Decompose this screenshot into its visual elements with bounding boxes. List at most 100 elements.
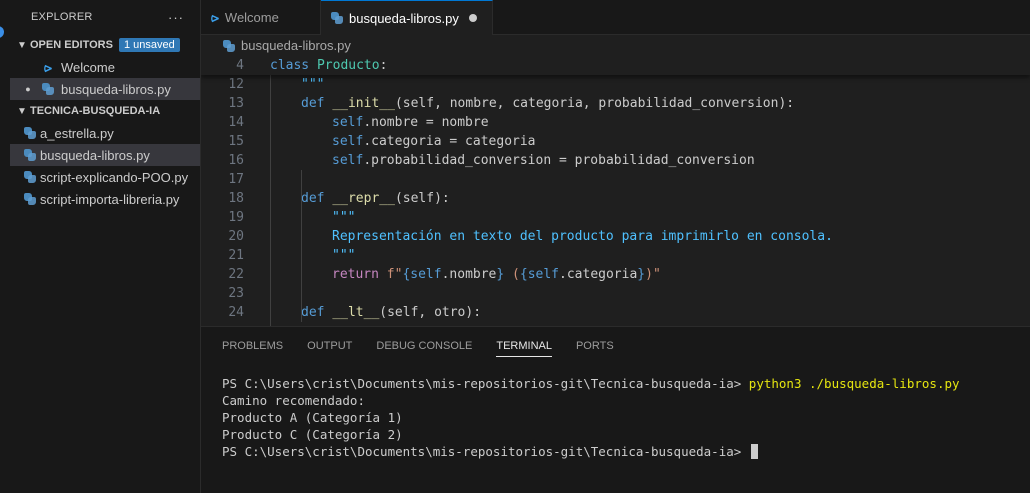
file-item[interactable]: script-importa-libreria.py [10, 188, 200, 210]
tab-welcome[interactable]: ⪧ Welcome [201, 0, 321, 35]
more-actions-icon[interactable]: ··· [168, 10, 184, 25]
open-editor-label: Welcome [61, 59, 115, 75]
open-editor-label: busqueda-libros.py [61, 81, 171, 97]
indent-guide [301, 246, 302, 322]
folder-label: TECNICA-BUSQUEDA-IA [30, 105, 161, 117]
code-keyword: class [270, 58, 310, 73]
vscode-icon: ⪧ [211, 9, 219, 25]
file-item[interactable]: script-explicando-POO.py [10, 166, 200, 188]
code-line: 22 return f"{self.nombre} ({self.categor… [201, 265, 1030, 284]
breadcrumb-file: busqueda-libros.py [241, 38, 351, 53]
python-file-icon [20, 149, 40, 161]
terminal-prompt: PS C:\Users\crist\Documents\mis-reposito… [222, 376, 749, 391]
open-editor-busqueda[interactable]: ● busqueda-libros.py [10, 78, 200, 100]
code-line: 17 [201, 170, 1030, 189]
python-file-icon [20, 193, 40, 205]
open-editors-header[interactable]: ▼ OPEN EDITORS 1 unsaved [10, 34, 200, 56]
code-function: __init__ [332, 96, 395, 111]
line-number: 23 [228, 286, 244, 301]
code-keyword: def [301, 305, 325, 320]
line-number: 20 [228, 229, 244, 244]
terminal-line: PS C:\Users\crist\Documents\mis-reposito… [222, 443, 1030, 460]
tab-output[interactable]: OUTPUT [307, 327, 352, 365]
chevron-down-icon: ▼ [17, 105, 27, 117]
code-keyword: def [301, 191, 325, 206]
panel-tabs: PROBLEMS OUTPUT DEBUG CONSOLE TERMINAL P… [201, 327, 1030, 365]
python-file-icon [331, 12, 343, 24]
line-number: 16 [228, 153, 244, 168]
sticky-scroll-line[interactable]: 4 class Producto: [201, 56, 1030, 75]
line-number: 12 [228, 77, 244, 92]
open-editor-welcome[interactable]: ⪧ Welcome [10, 56, 200, 78]
file-item-selected[interactable]: busqueda-libros.py [10, 144, 200, 166]
code-line: 13 def __init__(self, nombre, categoria,… [201, 94, 1030, 113]
breadcrumb[interactable]: busqueda-libros.py [201, 35, 1030, 56]
line-number: 13 [228, 96, 244, 111]
python-file-icon [223, 39, 235, 52]
code-line: 16 self.probabilidad_conversion = probab… [201, 151, 1030, 170]
explorer-title: EXPLORER [31, 11, 93, 23]
indent-guide [301, 170, 302, 246]
code-line: 24 def __lt__(self, otro): [201, 303, 1030, 322]
terminal-line: Producto C (Categoría 2) [222, 427, 403, 442]
activity-bar [0, 0, 10, 493]
code-docstring: Representación en texto del producto par… [332, 229, 833, 244]
code-self: self [332, 115, 364, 130]
code-args: (self, nombre, categoria, probabilidad_c… [394, 96, 795, 111]
code-docstring: """ [301, 77, 325, 92]
python-file-icon [20, 171, 40, 183]
code-args: (self): [394, 191, 450, 206]
tab-problems[interactable]: PROBLEMS [222, 327, 283, 365]
bottom-panel: PROBLEMS OUTPUT DEBUG CONSOLE TERMINAL P… [201, 326, 1030, 493]
code-string: )" [645, 267, 661, 282]
tab-busqueda-libros[interactable]: busqueda-libros.py [321, 0, 493, 35]
code-text: .categoria [559, 267, 638, 282]
terminal-line: Camino recomendado: [222, 393, 365, 408]
tab-ports[interactable]: PORTS [576, 327, 614, 365]
unsaved-badge: 1 unsaved [118, 38, 180, 52]
explorer-header: EXPLORER ··· [10, 0, 200, 34]
code-line: 15 self.categoria = categoria [201, 132, 1030, 151]
code-args: (self, otro): [379, 305, 482, 320]
code-line: 20 Representación en texto del producto … [201, 227, 1030, 246]
code-text: .nombre [441, 267, 497, 282]
python-file-icon [20, 127, 40, 139]
code-punct: : [379, 58, 388, 73]
editor-area: ⪧ Welcome busqueda-libros.py busqueda-li… [201, 0, 1030, 493]
line-number: 14 [228, 115, 244, 130]
code-keyword: def [301, 96, 325, 111]
tab-label: Welcome [224, 10, 279, 25]
terminal-line: PS C:\Users\crist\Documents\mis-reposito… [222, 375, 1030, 392]
terminal-command: python3 ./busqueda-libros.py [748, 376, 960, 391]
code-editor[interactable]: 4 class Producto: 12 """ 13 def __init__… [201, 56, 1030, 327]
code-function: __lt__ [332, 305, 380, 320]
unsaved-dot-icon[interactable] [468, 14, 477, 22]
code-brace: { [519, 267, 528, 282]
code-text: .probabilidad_conversion = probabilidad_… [363, 153, 755, 168]
line-number: 21 [228, 248, 244, 263]
line-number: 4 [236, 58, 244, 73]
code-line: 19 """ [201, 208, 1030, 227]
terminal[interactable]: PS C:\Users\crist\Documents\mis-reposito… [201, 365, 1030, 460]
chevron-down-icon: ▼ [17, 39, 27, 51]
code-line: 23 [201, 284, 1030, 303]
tab-terminal[interactable]: TERMINAL [496, 327, 552, 365]
vscode-icon: ⪧ [44, 58, 52, 75]
code-line: 14 self.nombre = nombre [201, 113, 1030, 132]
code-string: ( [504, 267, 520, 282]
code-brace: } [637, 267, 646, 282]
line-number: 17 [228, 172, 244, 187]
line-number: 19 [228, 210, 244, 225]
open-editors-label: OPEN EDITORS [30, 39, 113, 51]
code-self: self [332, 153, 364, 168]
file-item[interactable]: a_estrella.py [10, 122, 200, 144]
terminal-prompt: PS C:\Users\crist\Documents\mis-reposito… [222, 444, 749, 459]
code-function: __repr__ [332, 191, 395, 206]
unsaved-dot-icon: ● [25, 84, 31, 94]
activity-indicator [0, 26, 4, 38]
file-label: script-importa-libreria.py [40, 191, 180, 207]
code-class-name: Producto [316, 58, 380, 73]
tab-bar: ⪧ Welcome busqueda-libros.py [201, 0, 1030, 35]
folder-header[interactable]: ▼ TECNICA-BUSQUEDA-IA [10, 100, 200, 122]
tab-debug-console[interactable]: DEBUG CONSOLE [376, 327, 472, 365]
